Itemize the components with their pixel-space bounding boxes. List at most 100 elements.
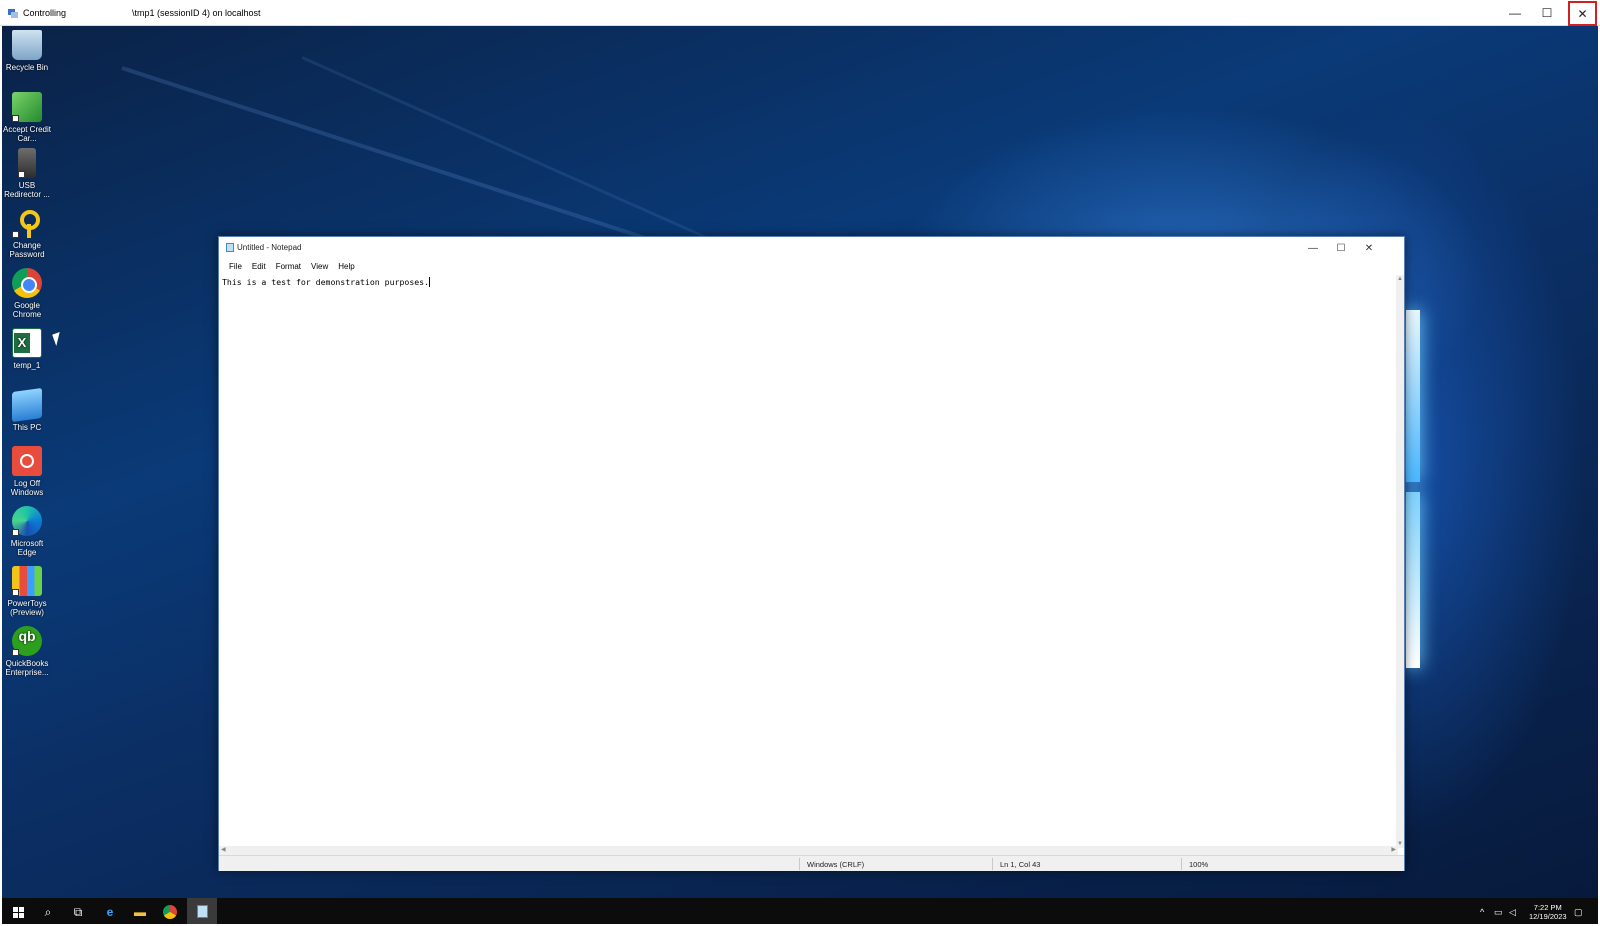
- taskbar: ⌕ ⧉ e ▬ ^ ▭ ◁ 7:22 PM 12/19/2023 ▢: [2, 898, 1598, 926]
- desktop-icon-label: Microsoft Edge: [10, 539, 44, 557]
- key-icon: [12, 208, 42, 238]
- notepad-taskbar-button[interactable]: [187, 898, 217, 926]
- search-icon: ⌕: [44, 904, 52, 919]
- desktop-icon-log-off-windows[interactable]: Log Off Windows: [2, 446, 52, 497]
- desktop-icon-recycle-bin[interactable]: Recycle Bin: [2, 30, 52, 72]
- notepad-close-button[interactable]: ✕: [1355, 237, 1383, 259]
- notepad-menubar: File Edit Format View Help: [219, 259, 1404, 275]
- desktop-icon-label: Accept Credit Car...: [2, 125, 52, 143]
- remote-desktop: Recycle Bin Accept Credit Car... USB Red…: [2, 26, 1598, 898]
- chrome-icon: [12, 268, 42, 298]
- desktop-icon-usb-redirector[interactable]: USB Redirector ...: [2, 148, 52, 199]
- credit-card-icon: [12, 92, 42, 122]
- desktop-icon-label: Log Off Windows: [10, 479, 44, 497]
- desktop-icon-this-pc[interactable]: This PC: [2, 387, 52, 432]
- notepad-text-area[interactable]: This is a test for demonstration purpose…: [221, 275, 1381, 845]
- menu-help[interactable]: Help: [333, 259, 359, 275]
- status-zoom: 100%: [1189, 860, 1209, 869]
- outer-titlebar: Controlling \tmp1 (sessionID 4) on local…: [0, 0, 1600, 35]
- scroll-right-icon[interactable]: ▶: [1391, 846, 1396, 853]
- internet-explorer-icon: e: [106, 905, 114, 919]
- horizontal-scrollbar[interactable]: ◀ ▶: [219, 846, 1398, 855]
- edge-icon: [12, 506, 42, 536]
- recycle-bin-icon: [12, 30, 42, 60]
- mouse-cursor-icon: [52, 331, 64, 347]
- start-icon: [12, 906, 24, 918]
- controlling-app-icon: [8, 9, 18, 18]
- status-divider: [992, 858, 993, 870]
- notepad-icon: [226, 243, 234, 252]
- internet-explorer-button[interactable]: e: [95, 898, 125, 926]
- wallpaper-logo-pane: [1406, 310, 1420, 482]
- status-divider: [1181, 858, 1182, 870]
- desktop-icon-label: This PC: [12, 423, 42, 432]
- outer-minimize-button[interactable]: —: [1500, 0, 1530, 26]
- outer-close-button[interactable]: ✕: [1568, 1, 1597, 26]
- menu-format[interactable]: Format: [271, 259, 306, 275]
- search-button[interactable]: ⌕: [33, 898, 63, 926]
- file-explorer-icon: ▬: [134, 905, 146, 919]
- shortcut-arrow-icon: [12, 589, 19, 596]
- computer-icon: [12, 387, 42, 423]
- shortcut-arrow-icon: [12, 115, 19, 122]
- notepad-titlebar[interactable]: Untitled - Notepad — ☐ ✕: [219, 237, 1404, 259]
- notepad-text-content: This is a test for demonstration purpose…: [222, 277, 430, 287]
- desktop-icon-label: temp_1: [13, 361, 41, 370]
- notification-icon: ▢: [1574, 906, 1583, 917]
- task-view-icon: ⧉: [73, 904, 83, 919]
- menu-view[interactable]: View: [306, 259, 333, 275]
- desktop-icon-microsoft-edge[interactable]: Microsoft Edge: [2, 506, 52, 557]
- notepad-title: Untitled - Notepad: [237, 243, 302, 252]
- notepad-statusbar: Windows (CRLF) Ln 1, Col 43 100%: [219, 855, 1404, 871]
- desktop-icon-label: Change Password: [9, 241, 45, 259]
- excel-icon: [12, 328, 42, 358]
- shortcut-arrow-icon: [12, 649, 19, 656]
- status-line-ending: Windows (CRLF): [807, 860, 865, 869]
- desktop-icon-temp-1[interactable]: temp_1: [2, 328, 52, 370]
- chevron-up-icon: ^: [1480, 907, 1485, 917]
- notepad-window[interactable]: Untitled - Notepad — ☐ ✕ File Edit Forma…: [218, 236, 1405, 871]
- desktop-icon-change-password[interactable]: Change Password: [2, 208, 52, 259]
- text-caret: [429, 277, 431, 287]
- menu-file[interactable]: File: [224, 259, 247, 275]
- wallpaper-logo-pane: [1406, 492, 1420, 668]
- network-tray[interactable]: ▭: [1494, 898, 1503, 926]
- volume-tray[interactable]: ◁: [1509, 898, 1516, 926]
- status-cursor-position: Ln 1, Col 43: [1000, 860, 1041, 869]
- volume-icon: ◁: [1509, 906, 1516, 917]
- desktop-icon-accept-credit-card[interactable]: Accept Credit Car...: [2, 92, 52, 143]
- desktop-icon-label: Recycle Bin: [5, 63, 49, 72]
- session-title: \tmp1 (sessionID 4) on localhost: [132, 8, 261, 18]
- network-icon: ▭: [1494, 906, 1503, 917]
- vertical-scrollbar[interactable]: ▲ ▼: [1396, 275, 1404, 848]
- file-explorer-button[interactable]: ▬: [125, 898, 155, 926]
- shortcut-arrow-icon: [18, 171, 25, 178]
- desktop-icon-powertoys[interactable]: PowerToys (Preview): [2, 566, 52, 617]
- desktop-icon-label: QuickBooks Enterprise...: [5, 659, 49, 677]
- desktop-icon-google-chrome[interactable]: Google Chrome: [2, 268, 52, 319]
- clock-time: 7:22 PM: [1533, 903, 1562, 912]
- outer-app-name: Controlling: [23, 8, 67, 18]
- power-icon: [12, 446, 42, 476]
- outer-maximize-button[interactable]: ☐: [1532, 0, 1562, 26]
- desktop-icon-label: PowerToys (Preview): [7, 599, 47, 617]
- action-center-button[interactable]: ▢: [1574, 898, 1583, 926]
- chrome-taskbar-button[interactable]: [155, 898, 185, 926]
- scroll-left-icon[interactable]: ◀: [221, 846, 226, 853]
- menu-edit[interactable]: Edit: [247, 259, 271, 275]
- notepad-maximize-button[interactable]: ☐: [1327, 237, 1355, 259]
- notepad-icon: [196, 904, 208, 918]
- desktop-icon-quickbooks[interactable]: QuickBooks Enterprise...: [2, 626, 52, 677]
- scroll-up-icon[interactable]: ▲: [1397, 276, 1403, 282]
- powertoys-icon: [12, 566, 42, 596]
- clock-date: 12/19/2023: [1529, 912, 1567, 921]
- task-view-button[interactable]: ⧉: [63, 898, 93, 926]
- status-divider: [799, 858, 800, 870]
- shortcut-arrow-icon: [12, 529, 19, 536]
- taskbar-clock[interactable]: 7:22 PM 12/19/2023: [1529, 903, 1567, 921]
- notepad-minimize-button[interactable]: —: [1299, 237, 1327, 259]
- desktop-icon-label: Google Chrome: [12, 301, 42, 319]
- quickbooks-icon: [12, 626, 42, 656]
- start-button[interactable]: [3, 898, 33, 926]
- show-hidden-icons[interactable]: ^: [1480, 898, 1484, 926]
